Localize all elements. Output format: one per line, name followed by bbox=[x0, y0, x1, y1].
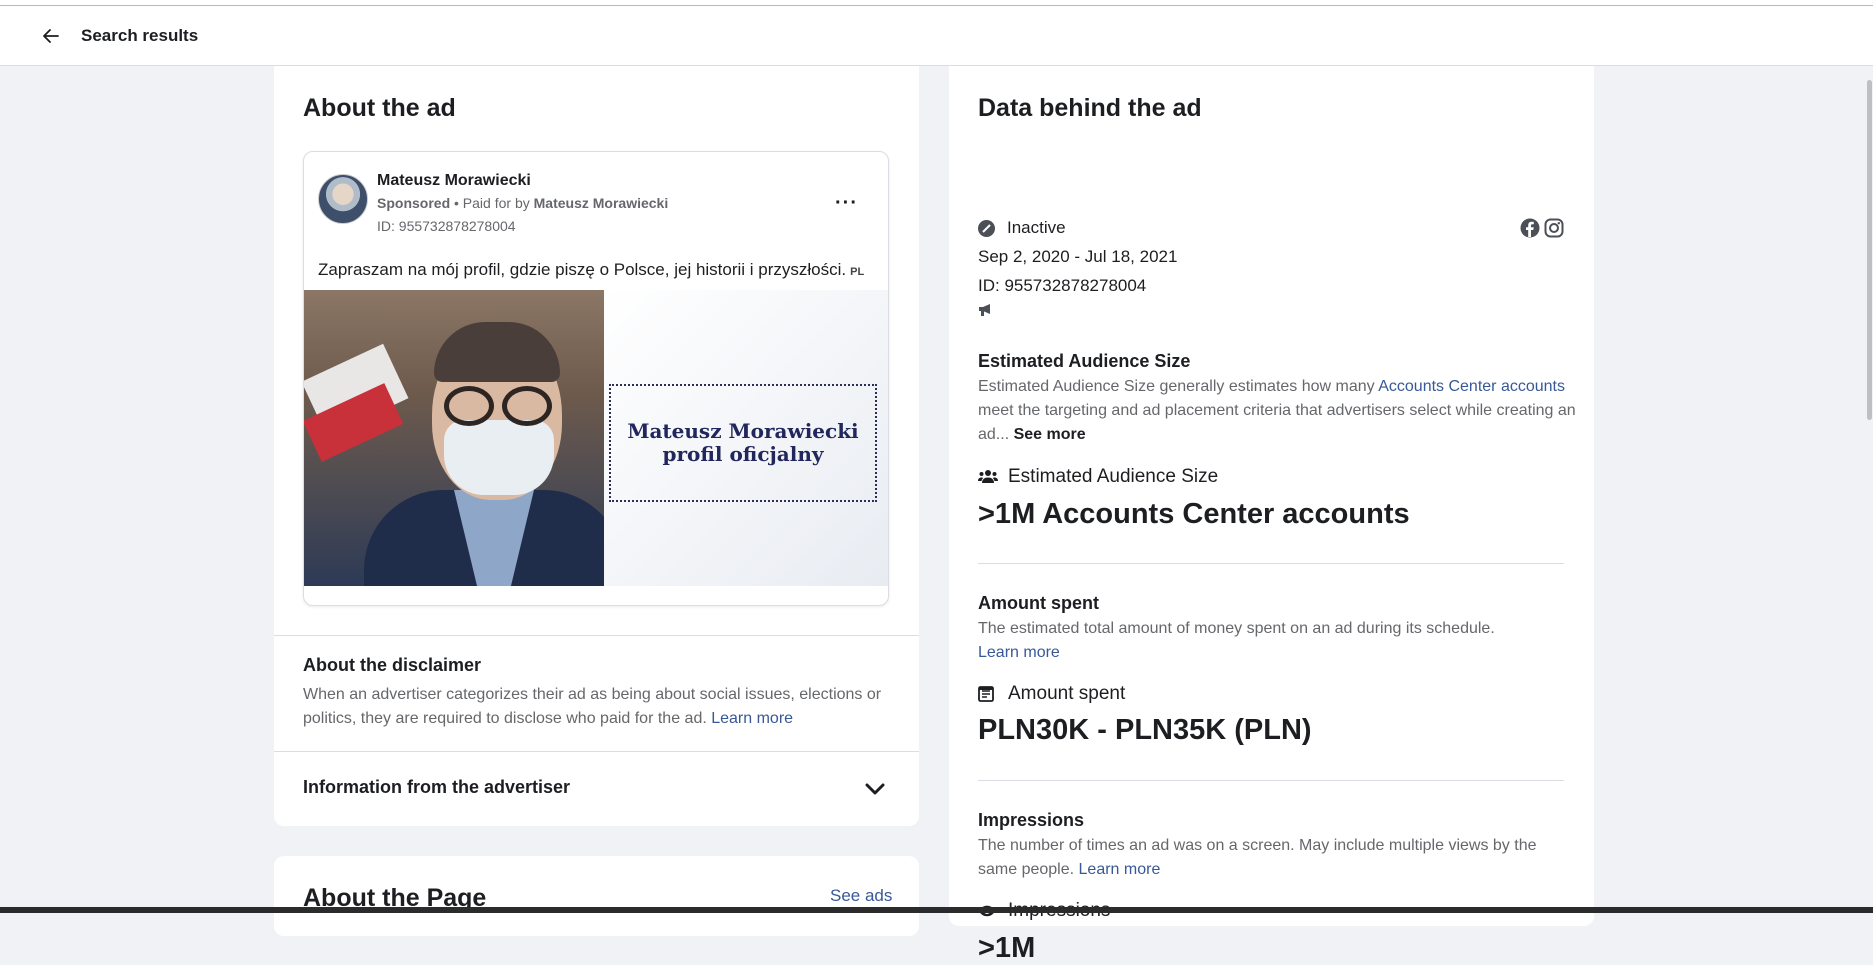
face-mask-shape bbox=[444, 420, 554, 495]
platform-icons bbox=[1520, 218, 1564, 238]
glasses-right bbox=[502, 386, 552, 426]
hair-shape bbox=[434, 322, 560, 382]
top-bar: Search results bbox=[0, 6, 1873, 66]
ad-banner: Mateusz Morawiecki profil oficjalny bbox=[604, 290, 888, 586]
people-icon bbox=[978, 469, 998, 485]
ad-creative-image[interactable]: Mateusz Morawiecki profil oficjalny bbox=[304, 290, 888, 586]
disclaimer-body: When an advertiser categorizes their ad … bbox=[303, 686, 882, 727]
divider bbox=[274, 635, 919, 636]
more-dots-icon[interactable]: ··· bbox=[835, 192, 858, 215]
amount-section-title: Amount spent bbox=[978, 593, 1099, 613]
chevron-down-icon bbox=[865, 783, 885, 795]
disclaimer-text: When an advertiser categorizes their ad … bbox=[303, 683, 893, 731]
audience-description: Estimated Audience Size generally estima… bbox=[978, 375, 1578, 447]
banner-line-2: profil oficjalny bbox=[662, 442, 824, 466]
status-row: Inactive bbox=[978, 218, 1066, 238]
ad-id: ID: 955732878278004 bbox=[377, 218, 516, 234]
audience-metric-text: Estimated Audience Size bbox=[1008, 466, 1219, 487]
ad-sponsor-line: Sponsored • Paid for by Mateusz Morawiec… bbox=[377, 195, 668, 211]
inactive-icon bbox=[978, 219, 995, 237]
receipt-icon bbox=[978, 686, 998, 702]
facebook-icon bbox=[1520, 218, 1540, 238]
amount-learn-more-link[interactable]: Learn more bbox=[978, 644, 1060, 661]
megaphone-icon bbox=[979, 304, 990, 316]
amount-desc-text: The estimated total amount of money spen… bbox=[978, 620, 1495, 637]
disclaimer-title: About the disclaimer bbox=[303, 655, 482, 675]
impressions-description: The number of times an ad was on a scree… bbox=[978, 834, 1578, 882]
window-bottom-border bbox=[0, 907, 1873, 913]
paid-for-by-label: • Paid for by bbox=[450, 195, 534, 211]
advertiser-info-accordion[interactable]: Information from the advertiser bbox=[274, 752, 919, 824]
ad-body-content: Zapraszam na mój profil, gdzie piszę o P… bbox=[318, 260, 847, 279]
audience-metric-label: Estimated Audience Size bbox=[978, 466, 1218, 488]
amount-metric-text: Amount spent bbox=[1008, 683, 1126, 704]
scrollbar-thumb[interactable] bbox=[1867, 80, 1872, 420]
amount-description: The estimated total amount of money spen… bbox=[978, 617, 1578, 665]
instagram-icon bbox=[1544, 218, 1564, 238]
audience-desc-before: Estimated Audience Size generally estima… bbox=[978, 378, 1379, 395]
about-ad-title: About the ad bbox=[303, 94, 456, 122]
date-range: Sep 2, 2020 - Jul 18, 2021 bbox=[978, 247, 1178, 266]
audience-section-title: Estimated Audience Size bbox=[978, 351, 1191, 371]
arrow-left-icon bbox=[43, 28, 59, 43]
divider bbox=[978, 563, 1564, 564]
impressions-section-title: Impressions bbox=[978, 810, 1085, 830]
about-ad-card: About the ad Mateusz Morawiecki Sponsore… bbox=[274, 66, 919, 826]
impressions-desc-text: The number of times an ad was on a scree… bbox=[978, 837, 1537, 878]
amount-value: PLN30K - PLN35K (PLN) bbox=[978, 714, 1312, 746]
disclaimer-learn-more-link[interactable]: Learn more bbox=[711, 710, 793, 727]
see-more-button[interactable]: See more bbox=[1014, 426, 1086, 443]
header-title: Search results bbox=[81, 25, 199, 45]
ad-photo bbox=[304, 290, 604, 586]
ad-id: ID: 955732878278004 bbox=[978, 276, 1147, 295]
status-text: Inactive bbox=[1007, 218, 1066, 237]
see-ads-link[interactable]: See ads bbox=[830, 886, 892, 906]
ad-body-text: Zapraszam na mój profil, gdzie piszę o P… bbox=[318, 260, 864, 280]
divider bbox=[978, 780, 1564, 781]
paid-for-by-name: Mateusz Morawiecki bbox=[533, 195, 669, 211]
impressions-learn-more-link[interactable]: Learn more bbox=[1079, 861, 1161, 878]
banner-text-box: Mateusz Morawiecki profil oficjalny bbox=[609, 384, 877, 502]
data-behind-title: Data behind the ad bbox=[978, 94, 1202, 122]
impressions-value: >1M bbox=[978, 932, 1036, 964]
advertiser-name[interactable]: Mateusz Morawiecki bbox=[377, 172, 531, 190]
glasses-left bbox=[444, 386, 494, 426]
about-page-card: About the Page See ads bbox=[274, 856, 919, 936]
language-tag: PL bbox=[850, 266, 865, 278]
advertiser-info-title: Information from the advertiser bbox=[303, 777, 571, 797]
advertiser-avatar[interactable] bbox=[318, 174, 368, 224]
ad-preview: Mateusz Morawiecki Sponsored • Paid for … bbox=[303, 151, 889, 606]
sponsored-label: Sponsored bbox=[377, 195, 451, 211]
accounts-center-link[interactable]: Accounts Center accounts bbox=[1378, 378, 1565, 395]
amount-metric-label: Amount spent bbox=[978, 683, 1125, 705]
back-button[interactable] bbox=[36, 21, 66, 51]
banner-line-1: Mateusz Morawiecki bbox=[627, 419, 859, 443]
data-behind-ad-card: Data behind the ad Inactive Sep 2, 2020 … bbox=[949, 66, 1594, 964]
audience-value: >1M Accounts Center accounts bbox=[978, 498, 1410, 530]
